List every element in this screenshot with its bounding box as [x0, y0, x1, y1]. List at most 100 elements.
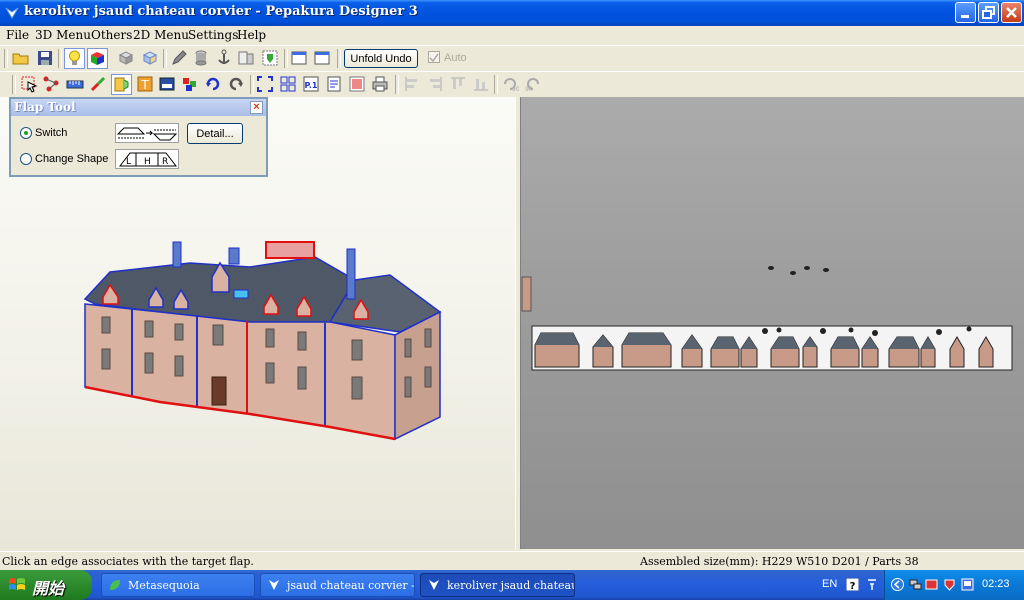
lightbulb-button[interactable]	[64, 48, 85, 69]
change-shape-radio[interactable]	[20, 153, 32, 165]
switch-radio[interactable]	[20, 127, 32, 139]
align-left-icon[interactable]	[403, 75, 421, 93]
assembled-size-status: Assembled size(mm): H229 W510 D201 / Par…	[640, 555, 919, 568]
edit-toolbar: T P.1 90 90	[0, 71, 1024, 98]
align-right-icon[interactable]	[426, 75, 444, 93]
facade-side	[394, 310, 441, 441]
display-icon[interactable]	[961, 578, 974, 591]
auto-checkbox[interactable]	[428, 51, 440, 63]
rotate-left-90-icon[interactable]: 90	[501, 75, 519, 93]
menu-2d[interactable]: 2D Menu	[133, 28, 189, 42]
cylinder-icon[interactable]	[192, 49, 210, 67]
clock[interactable]: 02:23	[982, 578, 1010, 590]
window-title: keroliver jsaud chateau corvier - Pepaku…	[24, 4, 418, 19]
green-shield-icon[interactable]	[261, 49, 279, 67]
close-button[interactable]	[1001, 2, 1022, 23]
minimize-button[interactable]	[955, 2, 976, 23]
tray-expand-icon[interactable]	[891, 578, 904, 591]
windows-taskbar: 開始 Metasequoia jsaud chateau corvier - .…	[0, 570, 1024, 600]
selected-flap[interactable]	[233, 289, 249, 299]
page-split-icon[interactable]	[237, 49, 255, 67]
window-layout-right-icon[interactable]	[313, 49, 331, 67]
network-status-icon[interactable]	[925, 578, 938, 591]
select-arrow-icon[interactable]	[20, 75, 38, 93]
flap-tool-titlebar[interactable]: Flap Tool ×	[11, 99, 266, 116]
align-top-icon[interactable]	[449, 75, 467, 93]
menu-help[interactable]: Help	[237, 28, 266, 42]
detail-button[interactable]: Detail...	[187, 123, 243, 144]
flap-tool-close-button[interactable]: ×	[250, 101, 263, 114]
ime-settings-icon[interactable]	[866, 576, 878, 592]
3d-view-pane[interactable]: Flap Tool × Switch Detail... Change Shap…	[0, 97, 516, 549]
flap-tool-icon	[114, 77, 129, 92]
toolbar-grip	[12, 75, 16, 94]
shape-letter-h: H	[144, 157, 151, 167]
svg-text:90: 90	[525, 86, 533, 93]
close-icon: ×	[253, 101, 260, 113]
gray-box-icon[interactable]	[117, 49, 135, 67]
security-shield-icon[interactable]	[943, 578, 956, 591]
page-p1-icon[interactable]: P.1	[302, 75, 320, 93]
anchor-icon[interactable]	[215, 49, 233, 67]
text-tool-icon[interactable]: T	[136, 75, 154, 93]
taskbar-item-chateau-file[interactable]: jsaud chateau corvier - ...	[260, 573, 415, 597]
menu-others[interactable]: Others	[91, 28, 132, 42]
status-bar: Click an edge associates with the target…	[0, 551, 1024, 571]
switch-label: Switch	[35, 127, 68, 139]
unfold-undo-button[interactable]: Unfold Undo	[344, 49, 418, 68]
fit-view-icon[interactable]	[256, 75, 274, 93]
taskbar-item-active-window[interactable]: keroliver jsaud chateau...	[420, 573, 575, 597]
texture-image-icon[interactable]	[348, 75, 366, 93]
svg-text:P.1: P.1	[305, 81, 318, 90]
change-shape-diagram: L H R	[115, 149, 179, 169]
blue-box-icon[interactable]	[141, 49, 159, 67]
flap-tool-button[interactable]	[111, 74, 132, 95]
taskbar-item-label: jsaud chateau corvier - ...	[287, 579, 415, 592]
close-icon	[1006, 7, 1017, 18]
side-part	[521, 276, 532, 312]
rotate-icon[interactable]	[204, 75, 222, 93]
help-icon[interactable]: ?	[846, 578, 859, 591]
start-button[interactable]: 開始	[0, 570, 92, 600]
pencil-icon[interactable]	[170, 49, 188, 67]
image-tool-icon[interactable]	[158, 75, 176, 93]
small-parts	[768, 266, 829, 275]
printer-icon[interactable]	[371, 75, 389, 93]
leaf-icon	[110, 580, 120, 590]
window-layout-left-icon[interactable]	[290, 49, 308, 67]
grid-arrange-icon[interactable]	[279, 75, 297, 93]
menu-settings[interactable]: Settings	[188, 28, 238, 42]
rotate-right-90-icon[interactable]: 90	[524, 75, 542, 93]
shape-letter-l: L	[126, 157, 131, 167]
windows-logo-icon	[9, 578, 25, 590]
paint-brush-icon[interactable]	[89, 75, 107, 93]
title-bar[interactable]: keroliver jsaud chateau corvier - Pepaku…	[0, 0, 1024, 26]
input-language[interactable]: EN	[822, 578, 837, 590]
minimize-icon	[961, 15, 969, 18]
color-cube-icon	[91, 52, 104, 65]
toolbar-separator	[284, 49, 288, 68]
texture-cube-button[interactable]	[87, 48, 108, 69]
change-shape-label: Change Shape	[35, 153, 109, 165]
save-icon[interactable]	[36, 49, 54, 67]
toolbar-separator	[337, 49, 341, 68]
page-settings-icon[interactable]	[325, 75, 343, 93]
align-bottom-icon[interactable]	[472, 75, 490, 93]
2d-view-pane[interactable]	[521, 97, 1024, 549]
color-blocks-icon[interactable]	[181, 75, 199, 93]
menu-file[interactable]: File	[6, 28, 29, 42]
network-icon[interactable]	[909, 578, 922, 591]
checkmark-icon	[429, 53, 439, 63]
unfolded-parts-sheet[interactable]	[521, 97, 1024, 549]
restore-button[interactable]	[978, 2, 999, 23]
flap-tool-panel: Flap Tool × Switch Detail... Change Shap…	[9, 97, 268, 177]
menu-3d[interactable]: 3D Menu	[35, 28, 91, 42]
join-edges-icon[interactable]	[42, 75, 60, 93]
chimney	[346, 248, 356, 300]
open-folder-icon[interactable]	[12, 49, 30, 67]
auto-label: Auto	[444, 52, 467, 64]
redo-arrow-icon[interactable]	[227, 75, 245, 93]
ruler-icon[interactable]	[66, 75, 84, 93]
taskbar-item-metasequoia[interactable]: Metasequoia	[101, 573, 255, 597]
restore-icon	[982, 6, 995, 19]
